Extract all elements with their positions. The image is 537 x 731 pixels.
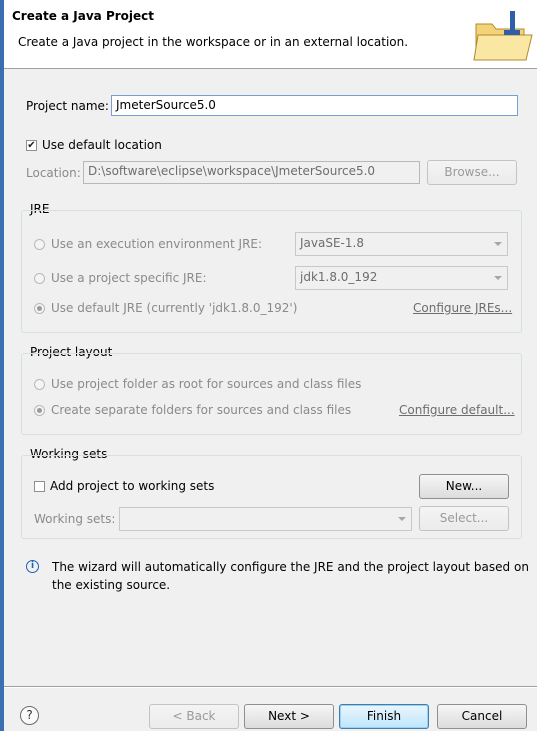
jre-default-radio[interactable] [34, 303, 45, 314]
finish-button[interactable]: Finish [339, 704, 429, 729]
footer-separator-highlight [4, 687, 537, 688]
wizard-header: Create a Java Project Create a Java proj… [4, 0, 537, 69]
browse-button[interactable]: Browse... [427, 160, 517, 185]
info-message-line1: The wizard will automatically configure … [52, 560, 529, 574]
jre-env-label: Use an execution environment JRE: [51, 237, 263, 251]
add-to-working-sets-checkbox[interactable] [34, 481, 45, 492]
back-button[interactable]: < Back [149, 704, 239, 729]
jre-env-value: JavaSE-1.8 [300, 236, 364, 250]
cancel-button[interactable]: Cancel [437, 704, 527, 729]
use-default-location-label: Use default location [42, 138, 162, 152]
working-sets-select[interactable] [119, 507, 412, 531]
wizard-description: Create a Java project in the workspace o… [18, 35, 409, 49]
jre-env-select[interactable]: JavaSE-1.8 [295, 232, 508, 256]
jre-specific-value: jdk1.8.0_192 [300, 270, 378, 284]
wizard-title: Create a Java Project [12, 9, 155, 23]
working-sets-label: Working sets: [34, 512, 116, 526]
add-to-working-sets-label: Add project to working sets [50, 479, 215, 493]
jre-default-label: Use default JRE (currently 'jdk1.8.0_192… [51, 301, 298, 315]
info-icon: i [26, 560, 39, 573]
project-name-input[interactable]: JmeterSource5.0 [111, 95, 518, 116]
chevron-down-icon [494, 276, 502, 280]
info-message-line2: the existing source. [52, 578, 171, 592]
layout-root-radio[interactable] [34, 379, 45, 390]
layout-group [21, 353, 522, 435]
layout-root-label: Use project folder as root for sources a… [51, 377, 362, 391]
next-button[interactable]: Next > [244, 704, 334, 729]
configure-jres-link[interactable]: Configure JREs... [413, 301, 512, 315]
help-icon[interactable]: ? [20, 706, 39, 725]
use-default-location-checkbox[interactable]: ✔ [26, 140, 37, 151]
jre-specific-label: Use a project specific JRE: [51, 271, 207, 285]
layout-separate-label: Create separate folders for sources and … [51, 403, 352, 417]
jre-env-radio[interactable] [34, 239, 45, 250]
configure-default-link[interactable]: Configure default... [399, 403, 515, 417]
folder-icon [466, 8, 536, 64]
jre-specific-select[interactable]: jdk1.8.0_192 [295, 266, 508, 290]
jre-specific-radio[interactable] [34, 273, 45, 284]
layout-separate-radio[interactable] [34, 405, 45, 416]
project-name-label: Project name: [26, 99, 109, 113]
location-label: Location: [26, 166, 81, 180]
location-input[interactable]: D:\software\eclipse\workspace\JmeterSour… [83, 161, 420, 184]
window-left-edge [0, 0, 4, 731]
chevron-down-icon [398, 517, 406, 521]
chevron-down-icon [494, 242, 502, 246]
select-working-sets-button[interactable]: Select... [419, 506, 509, 531]
new-working-set-button[interactable]: New... [419, 474, 509, 499]
